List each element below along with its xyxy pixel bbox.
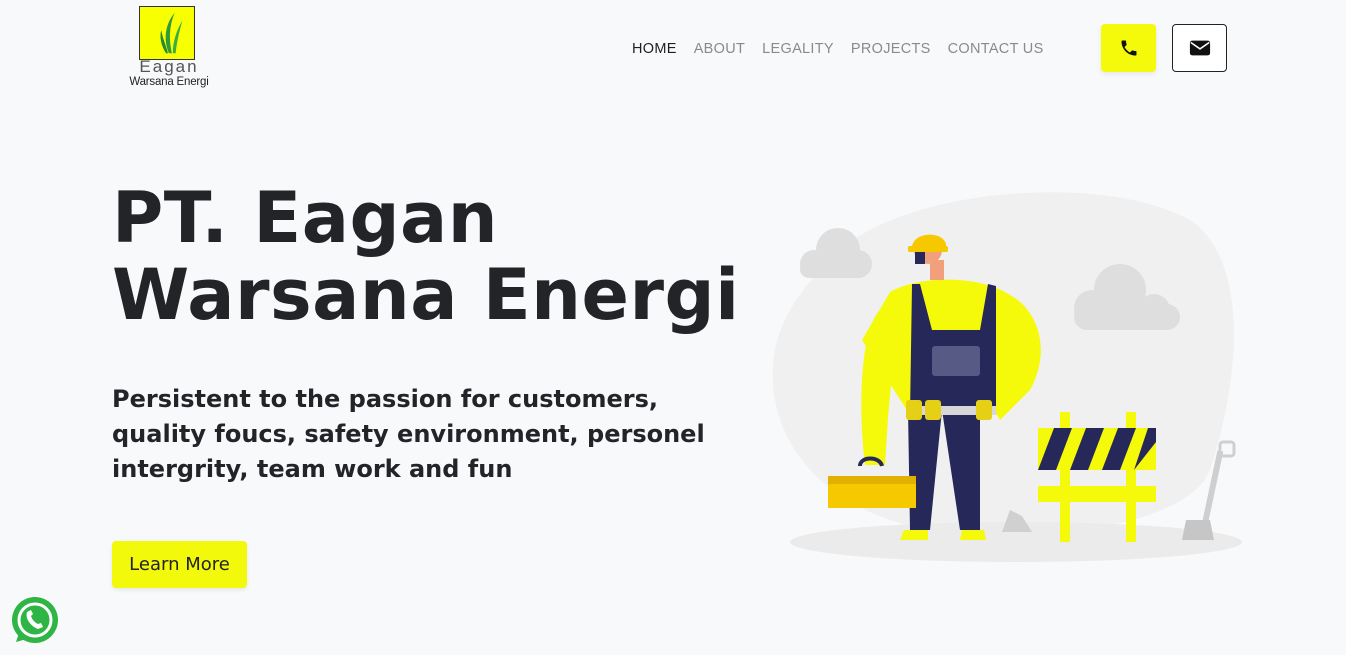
nav-contact-us[interactable]: CONTACT US [948, 40, 1044, 58]
mail-icon [1189, 40, 1210, 56]
logo-name: Eagan [139, 57, 199, 76]
nav-projects[interactable]: PROJECTS [851, 40, 931, 58]
hero-subtitle: Persistent to the passion for customers,… [112, 385, 705, 483]
company-logo[interactable]: Eagan Warsana Energi [121, 6, 217, 90]
mail-button[interactable] [1172, 24, 1227, 72]
hero-title: PT. Eagan Warsana Energi [112, 180, 752, 334]
phone-button[interactable] [1101, 24, 1156, 72]
nav-home[interactable]: HOME [632, 40, 677, 58]
main-nav: HOME ABOUT LEGALITY PROJECTS CONTACT US [632, 40, 1044, 58]
nav-legality[interactable]: LEGALITY [762, 40, 834, 58]
logo-emblem [139, 6, 195, 60]
phone-icon [1121, 40, 1136, 56]
construction-worker-illustration [772, 192, 1242, 562]
nav-about[interactable]: ABOUT [694, 40, 745, 58]
hero-title-line1: PT. Eagan [112, 177, 499, 259]
logo-subtitle: Warsana Energi [129, 76, 209, 88]
learn-more-button[interactable]: Learn More [112, 541, 247, 588]
hero-title-line2: Warsana Energi [112, 254, 740, 336]
leaf-icon [160, 12, 183, 54]
whatsapp-icon[interactable] [10, 596, 60, 646]
